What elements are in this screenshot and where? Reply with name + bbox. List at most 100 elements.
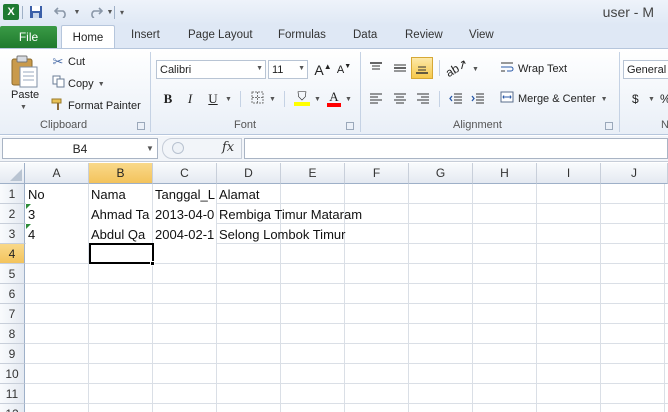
font-size-combo[interactable]: 11 ▼ [268,60,308,79]
font-color-button[interactable]: A [325,88,343,108]
cell-c2[interactable]: 2013-04-0 [153,204,216,224]
formula-input[interactable] [244,138,668,159]
row-header-5[interactable]: 5 [0,264,25,284]
currency-dropdown-icon[interactable]: ▼ [648,96,655,103]
copy-dropdown-icon[interactable]: ▼ [98,81,105,88]
active-cell-selection[interactable] [89,243,154,264]
font-launcher-icon[interactable] [346,122,354,130]
column-header-e[interactable]: E [281,163,345,184]
merge-center-button[interactable]: Merge & Center ▼ [499,90,608,108]
tab-page-layout[interactable]: Page Layout [188,29,253,47]
cell-a3[interactable]: 4 [26,224,88,244]
fill-handle[interactable] [150,261,155,266]
borders-dropdown-icon[interactable]: ▼ [269,96,276,103]
row-header-8[interactable]: 8 [0,324,25,344]
chevron-down-icon[interactable]: ▼ [256,65,263,72]
orientation-button[interactable]: ab↗ [443,56,470,80]
cell-c1[interactable]: Tanggal_L [153,184,216,204]
row-header-9[interactable]: 9 [0,344,25,364]
cell-d3[interactable]: Selong Lombok Timur [217,224,407,244]
copy-button[interactable]: Copy ▼ [50,75,105,93]
row-header-10[interactable]: 10 [0,364,25,384]
tab-data[interactable]: Data [353,29,377,47]
align-top-button[interactable] [366,58,386,78]
tab-view[interactable]: View [469,29,494,47]
bold-button[interactable]: B [159,89,177,109]
tab-home[interactable]: Home [61,25,115,49]
format-painter-button[interactable]: Format Painter [50,97,141,115]
row-header-6[interactable]: 6 [0,284,25,304]
column-header-h[interactable]: H [473,163,537,184]
redo-dropdown-icon[interactable]: ▼ [106,4,114,20]
clipboard-launcher-icon[interactable] [137,122,145,130]
cut-button[interactable]: ✂ Cut [50,53,86,71]
name-box[interactable]: B4 [2,138,158,159]
row-header-11[interactable]: 11 [0,384,25,404]
wrap-text-button[interactable]: Wrap Text [499,60,567,78]
font-color-dropdown-icon[interactable]: ▼ [345,96,352,103]
name-box-dropdown-icon[interactable]: ▼ [146,144,154,153]
cell-b2[interactable]: Ahmad Ta [89,204,152,224]
column-header-f[interactable]: F [345,163,409,184]
number-format-combo[interactable]: General [623,60,668,79]
percent-button[interactable]: % [660,92,668,106]
tab-insert[interactable]: Insert [131,29,160,47]
paste-button[interactable]: Paste [11,89,39,101]
cell-b3[interactable]: Abdul Qa [89,224,152,244]
save-icon[interactable] [28,4,44,20]
column-header-a[interactable]: A [25,163,89,184]
row-header-7[interactable]: 7 [0,304,25,324]
tab-review[interactable]: Review [405,29,443,47]
customize-qat-icon[interactable]: ▾ [117,4,127,20]
align-left-button[interactable] [366,89,386,109]
align-right-button[interactable] [413,89,433,109]
row-header-2[interactable]: 2 [0,204,25,224]
row-header-4[interactable]: 4 [0,244,25,264]
currency-button[interactable]: $ [632,92,639,106]
tab-formulas[interactable]: Formulas [278,29,326,47]
chevron-down-icon[interactable]: ▼ [298,65,305,72]
underline-dropdown-icon[interactable]: ▼ [225,96,232,103]
cell-c3[interactable]: 2004-02-1 [153,224,216,244]
cell-d2[interactable]: Rembiga Timur Mataram [217,204,407,224]
orientation-dropdown-icon[interactable]: ▼ [472,66,479,73]
paste-icon[interactable] [8,55,40,91]
merge-dropdown-icon[interactable]: ▼ [601,96,608,103]
paste-dropdown-icon[interactable]: ▼ [20,104,27,111]
column-header-d[interactable]: D [217,163,281,184]
undo-icon[interactable] [50,4,72,20]
insert-function-button[interactable]: fx [222,140,234,155]
grow-font-button[interactable]: A ▲ [313,60,333,80]
font-name-combo[interactable]: Calibri ▼ [156,60,266,79]
redo-icon[interactable] [85,4,107,20]
row-header-12[interactable]: 12 [0,404,25,412]
alignment-launcher-icon[interactable] [605,122,613,130]
column-header-c[interactable]: C [153,163,217,184]
align-center-button[interactable] [390,89,410,109]
column-header-g[interactable]: G [409,163,473,184]
select-all-button[interactable] [0,163,25,184]
undo-dropdown-icon[interactable]: ▼ [73,4,81,20]
expand-handle-icon[interactable] [172,142,184,154]
borders-button[interactable] [248,89,266,109]
cell-d1[interactable]: Alamat [217,184,367,204]
shrink-font-button[interactable]: A ▼ [335,60,353,80]
row-header-3[interactable]: 3 [0,224,25,244]
italic-button[interactable]: I [181,89,199,109]
cell-a1[interactable]: No [26,184,88,204]
align-bottom-button[interactable] [411,57,433,79]
cell-b1[interactable]: Nama [89,184,152,204]
cell-a2[interactable]: 3 [26,204,88,224]
row-header-1[interactable]: 1 [0,184,25,204]
increase-indent-button[interactable] [468,89,488,109]
decrease-indent-button[interactable] [446,89,466,109]
column-header-i[interactable]: I [537,163,601,184]
fill-color-button[interactable]: ⛉ [292,88,312,108]
excel-logo-icon[interactable]: X [3,4,19,20]
column-header-j[interactable]: J [601,163,668,184]
tab-file[interactable]: File [0,26,57,48]
fill-color-dropdown-icon[interactable]: ▼ [314,96,321,103]
align-middle-button[interactable] [390,58,410,78]
underline-button[interactable]: U [204,89,222,109]
column-header-b[interactable]: B [89,163,153,184]
